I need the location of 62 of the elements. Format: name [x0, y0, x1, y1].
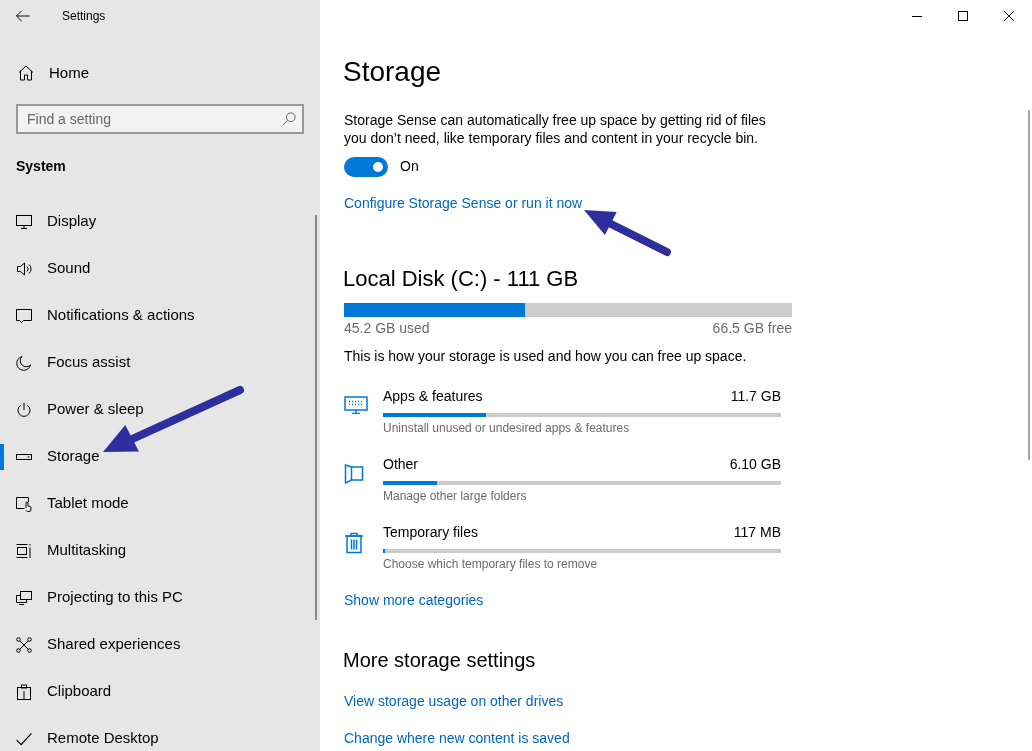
keyboard-monitor-icon — [344, 396, 368, 414]
settings-link[interactable]: View storage usage on other drives — [344, 691, 564, 711]
speaker-icon — [16, 260, 32, 277]
speech-bubble-icon — [16, 307, 32, 324]
maximize-icon — [958, 11, 968, 21]
home-icon — [18, 65, 34, 81]
sidebar-item[interactable]: Shared experiences — [0, 621, 191, 668]
category-name[interactable]: Other — [383, 454, 418, 474]
configure-link[interactable]: Configure Storage Sense or run it now — [344, 193, 583, 213]
back-icon — [16, 10, 30, 22]
monitor-icon — [16, 213, 32, 230]
usage-note: This is how your storage is used and how you can free up space. — [344, 347, 747, 366]
trash-icon — [344, 532, 364, 554]
window-title: Settings — [62, 8, 106, 25]
scrollbar-thumb[interactable] — [1028, 110, 1030, 460]
power-icon — [16, 401, 32, 418]
section-title: More storage settings — [343, 648, 536, 673]
free-space: 66.5 GB free — [712, 319, 792, 337]
category-description: Choose which temporary files to remove — [383, 556, 598, 572]
category-size: 11.7 GB — [730, 387, 781, 406]
sidebar-item[interactable]: Clipboard — [0, 668, 122, 715]
moon-icon — [16, 354, 32, 371]
connected-nodes-icon — [16, 636, 32, 653]
show-more-link[interactable]: Show more categories — [344, 590, 484, 610]
sidebar-item[interactable]: Remote Desktop — [0, 715, 169, 751]
multitasking-icon — [16, 542, 32, 559]
sidebar-item[interactable]: Notifications & actions — [0, 292, 205, 339]
drive-title: Local Disk (C:) - 111 GB — [343, 265, 579, 293]
drive-icon — [16, 453, 32, 460]
sidebar-item[interactable]: Display — [0, 198, 107, 245]
tablet-touch-icon — [16, 495, 32, 512]
toggle-label: On — [400, 157, 419, 176]
search-icon — [282, 112, 296, 126]
search-field[interactable]: Find a setting — [16, 104, 304, 134]
sidebar-item[interactable]: Tablet mode — [0, 480, 139, 527]
used-space: 45.2 GB used — [344, 319, 430, 337]
sidebar-item[interactable]: Sound — [0, 245, 101, 292]
storage-sense-description: Storage Sense can automatically free up space by getting rid of files you don’t need, like temporary files and content in your recycle bin. — [344, 111, 767, 147]
category-name[interactable]: Temporary files — [383, 522, 478, 542]
minimize-icon — [912, 15, 922, 17]
category-size: 6.10 GB — [729, 455, 781, 474]
page-title: Storage — [343, 55, 442, 89]
settings-link[interactable]: Change where new content is saved — [344, 728, 570, 748]
clipboard-icon — [16, 683, 32, 700]
sidebar-item[interactable]: Power & sleep — [0, 386, 154, 433]
sidebar-item[interactable]: Projecting to this PC — [0, 574, 193, 621]
category-size: 117 MB — [733, 523, 781, 542]
category-description: Manage other large folders — [383, 488, 527, 504]
sidebar-item[interactable]: Multitasking — [0, 527, 137, 574]
check-icon — [16, 730, 32, 747]
close-icon — [1004, 11, 1014, 21]
folder-icon — [344, 464, 364, 484]
section-heading: System — [16, 157, 66, 176]
scrollbar-thumb[interactable] — [315, 215, 317, 620]
toggle-switch[interactable] — [344, 156, 388, 177]
selection-indicator — [0, 443, 4, 470]
sidebar-item[interactable]: Storage — [0, 433, 110, 480]
category-name[interactable]: Apps & features — [383, 386, 483, 406]
sidebar-item[interactable]: Focus assist — [0, 339, 141, 386]
home-link[interactable]: Home — [0, 53, 97, 93]
category-description: Uninstall unused or undesired apps & features — [383, 420, 630, 436]
projector-screens-icon — [16, 589, 32, 606]
